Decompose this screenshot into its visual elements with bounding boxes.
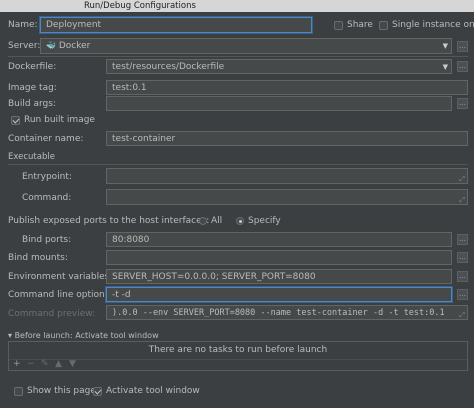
bind-mounts-input[interactable]: [106, 250, 452, 265]
show-this-page-checkbox[interactable]: [14, 387, 23, 396]
server-browse-button[interactable]: …: [457, 41, 468, 52]
entrypoint-input[interactable]: ⤢: [106, 168, 468, 184]
show-this-page-label: Show this page: [27, 386, 96, 396]
dockerfile-dropdown[interactable]: test/resources/Dockerfile ▼: [106, 59, 452, 74]
server-label: Server:: [8, 41, 41, 51]
cmd-options-browse-button[interactable]: …: [457, 289, 468, 300]
publish-all-label: All: [211, 216, 223, 226]
bind-ports-browse-button[interactable]: …: [457, 234, 468, 245]
env-vars-browse-button[interactable]: …: [457, 271, 468, 282]
add-icon[interactable]: +: [13, 360, 21, 369]
dockerfile-value: test/resources/Dockerfile: [112, 62, 225, 72]
expand-icon[interactable]: ⤢: [459, 311, 465, 319]
cmd-preview-value: ).0.0 --env SERVER_PORT=8080 --name test…: [112, 308, 445, 318]
activate-tool-window-label: Activate tool window: [106, 386, 200, 396]
bind-mounts-browse-button[interactable]: …: [457, 252, 468, 263]
remove-icon[interactable]: −: [27, 360, 35, 369]
expand-icon[interactable]: ⤢: [459, 175, 465, 183]
image-tag-input[interactable]: test:0.1: [106, 80, 468, 95]
chevron-down-icon: ▼: [442, 63, 448, 71]
name-label: Name:: [8, 20, 38, 30]
env-vars-label: Environment variables:: [8, 272, 113, 282]
single-instance-label: Single instance only: [392, 20, 474, 30]
window-titlebar: Run/Debug Configurations: [0, 0, 474, 12]
move-down-icon[interactable]: ▼: [69, 360, 76, 369]
before-launch-task-list[interactable]: There are no tasks to run before launch …: [8, 341, 468, 371]
name-input[interactable]: Deployment: [40, 17, 312, 33]
build-args-browse-button[interactable]: …: [457, 98, 468, 109]
publish-specify-radio[interactable]: [236, 217, 244, 225]
container-name-input[interactable]: test-container: [106, 131, 468, 146]
cmd-options-input[interactable]: -t -d: [106, 287, 452, 302]
publish-ports-label: Publish exposed ports to the host interf…: [8, 216, 210, 226]
separator: [8, 56, 468, 57]
share-checkbox[interactable]: [334, 21, 343, 30]
activate-tool-window-checkbox[interactable]: [93, 387, 102, 396]
publish-all-radio[interactable]: [199, 217, 207, 225]
build-args-input[interactable]: [106, 96, 452, 111]
cmd-options-label: Command line options:: [8, 290, 113, 300]
task-toolbar: + − ✎ ▲ ▼: [9, 359, 467, 370]
edit-icon[interactable]: ✎: [41, 360, 49, 369]
dockerfile-browse-button[interactable]: …: [457, 61, 468, 72]
server-value: Docker: [58, 41, 91, 51]
bind-ports-label: Bind ports:: [22, 235, 72, 245]
collapse-arrow-icon: ▾: [8, 331, 13, 340]
run-built-image-label: Run built image: [24, 115, 95, 125]
cmd-preview-label: Command preview:: [8, 309, 96, 319]
before-launch-label: Before launch: Activate tool window: [14, 331, 159, 340]
build-args-label: Build args:: [8, 99, 56, 109]
bind-ports-input[interactable]: 80:8080: [106, 232, 452, 247]
run-built-image-checkbox[interactable]: [11, 116, 20, 125]
server-dropdown[interactable]: 🐳 Docker ▼: [40, 38, 452, 54]
publish-specify-label: Specify: [248, 216, 281, 226]
command-input[interactable]: ⤢: [106, 189, 468, 205]
dockerfile-label: Dockerfile:: [8, 62, 57, 72]
separator: [8, 164, 468, 165]
chevron-down-icon: ▼: [442, 42, 448, 50]
window-title: Run/Debug Configurations: [84, 1, 196, 11]
command-label: Command:: [22, 193, 72, 203]
single-instance-checkbox[interactable]: [379, 21, 388, 30]
image-tag-label: Image tag:: [8, 83, 57, 93]
docker-icon: 🐳: [46, 41, 56, 50]
container-name-label: Container name:: [8, 134, 84, 144]
env-vars-input[interactable]: SERVER_HOST=0.0.0.0; SERVER_PORT=8080: [106, 269, 452, 284]
entrypoint-label: Entrypoint:: [22, 172, 72, 182]
move-up-icon[interactable]: ▲: [55, 360, 62, 369]
executable-section-label: Executable: [8, 152, 55, 162]
expand-icon[interactable]: ⤢: [459, 196, 465, 204]
empty-tasks-text: There are no tasks to run before launch: [148, 345, 328, 355]
cmd-preview-field: ).0.0 --env SERVER_PORT=8080 --name test…: [106, 305, 468, 320]
share-label: Share: [347, 20, 373, 30]
bind-mounts-label: Bind mounts:: [8, 253, 68, 263]
